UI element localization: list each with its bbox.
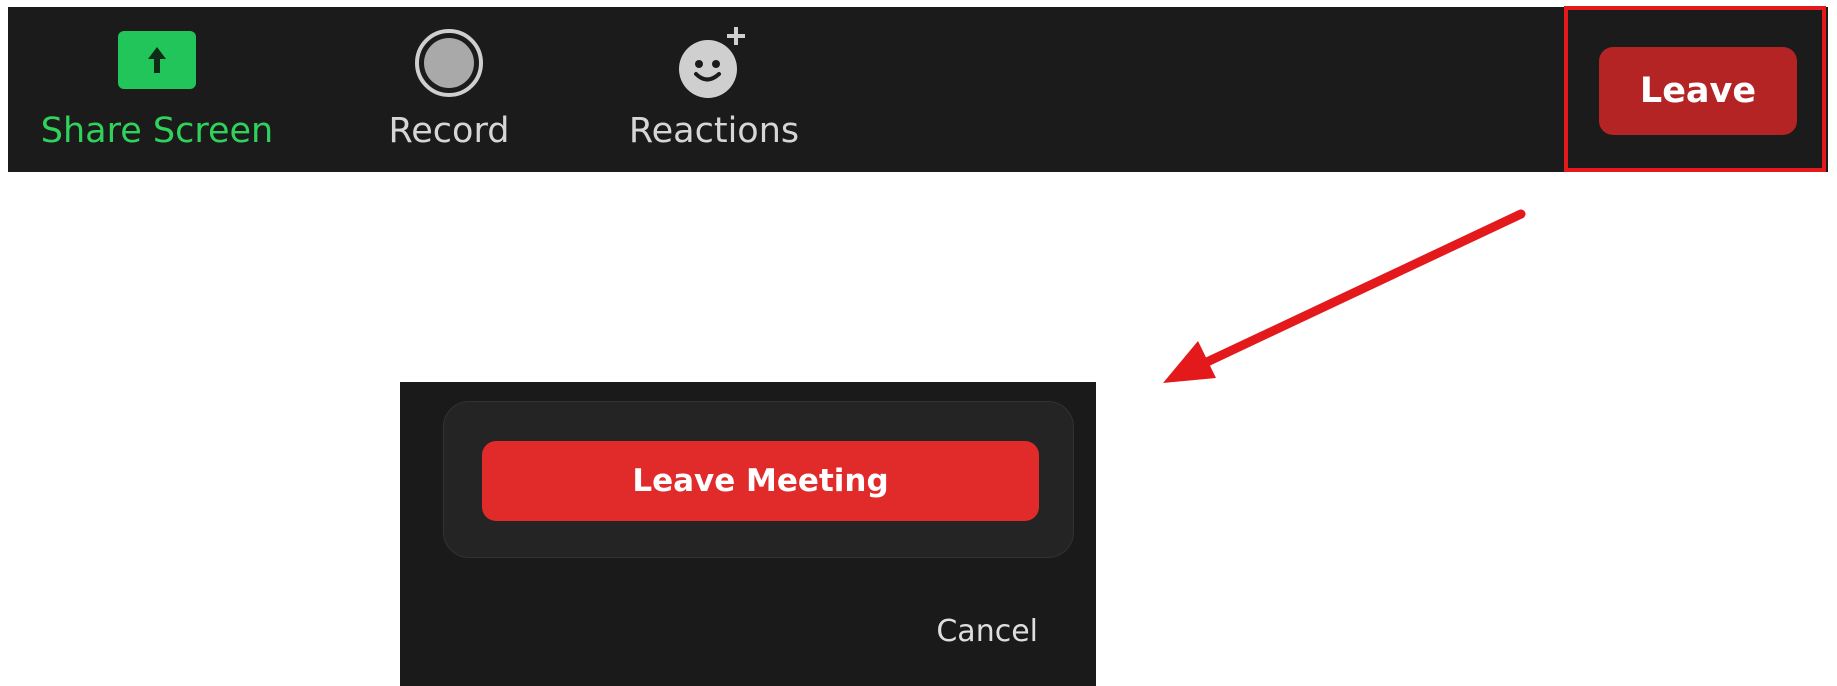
leave-options-card: Leave Meeting (443, 401, 1074, 558)
leave-meeting-button[interactable]: Leave Meeting (482, 441, 1039, 521)
cancel-button[interactable]: Cancel (936, 614, 1038, 649)
leave-dialog: Leave Meeting Cancel (400, 382, 1096, 686)
